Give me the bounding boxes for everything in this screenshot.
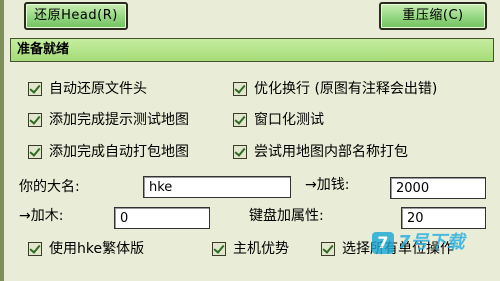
- checkbox-checked-icon[interactable]: [28, 82, 42, 96]
- option-label: 使用hke繁体版: [49, 241, 145, 257]
- checkbox-checked-icon[interactable]: [233, 113, 247, 127]
- auto-restore-header-option[interactable]: 自动还原文件头: [28, 79, 147, 99]
- windowed-test-option[interactable]: 窗口化测试: [233, 110, 324, 130]
- checkbox-checked-icon[interactable]: [28, 242, 42, 256]
- restore-head-button[interactable]: 还原Head(R): [24, 2, 128, 30]
- recompress-button[interactable]: 重压缩(C): [379, 2, 487, 30]
- keyboard-attr-field[interactable]: [401, 207, 486, 229]
- money-label: →加钱:: [305, 177, 350, 193]
- checkbox-checked-icon[interactable]: [233, 145, 247, 159]
- keyboard-attr-label: 键盘加属性:: [249, 208, 324, 224]
- checkbox-checked-icon[interactable]: [321, 242, 335, 256]
- checkbox-checked-icon[interactable]: [28, 145, 42, 159]
- status-text: 准备就绪: [17, 42, 70, 57]
- wood-label: →加木:: [19, 208, 64, 224]
- name-field[interactable]: [143, 176, 291, 198]
- checkbox-checked-icon[interactable]: [28, 113, 42, 127]
- checkbox-checked-icon[interactable]: [233, 82, 247, 96]
- money-field[interactable]: [390, 177, 486, 199]
- host-advantage-option[interactable]: 主机优势: [212, 239, 289, 259]
- optimize-linebreak-option[interactable]: 优化换行 (原图有注释会出错): [233, 79, 437, 99]
- option-label: 添加完成提示测试地图: [49, 112, 189, 128]
- add-test-prompt-option[interactable]: 添加完成提示测试地图: [28, 110, 189, 130]
- option-label: 尝试用地图内部名称打包: [254, 144, 408, 160]
- option-label: 自动还原文件头: [49, 81, 147, 97]
- select-all-units-option[interactable]: 选择所有单位操作: [321, 239, 454, 259]
- auto-pack-option[interactable]: 添加完成自动打包地图: [28, 142, 189, 162]
- checkbox-checked-icon[interactable]: [212, 242, 226, 256]
- app-window: 还原Head(R) 重压缩(C) 准备就绪 自动还原文件头 优化换行 (原图有注…: [0, 0, 500, 281]
- name-label: 你的大名:: [19, 179, 80, 195]
- pack-internal-name-option[interactable]: 尝试用地图内部名称打包: [233, 142, 408, 162]
- status-bar: 准备就绪: [10, 38, 494, 62]
- option-label: 优化换行 (原图有注释会出错): [254, 81, 438, 97]
- option-label: 主机优势: [233, 241, 289, 257]
- use-hke-traditional-option[interactable]: 使用hke繁体版: [28, 239, 144, 259]
- wood-field[interactable]: [114, 207, 210, 229]
- option-label: 窗口化测试: [254, 112, 324, 128]
- option-label: 添加完成自动打包地图: [49, 144, 189, 160]
- option-label: 选择所有单位操作: [342, 241, 454, 257]
